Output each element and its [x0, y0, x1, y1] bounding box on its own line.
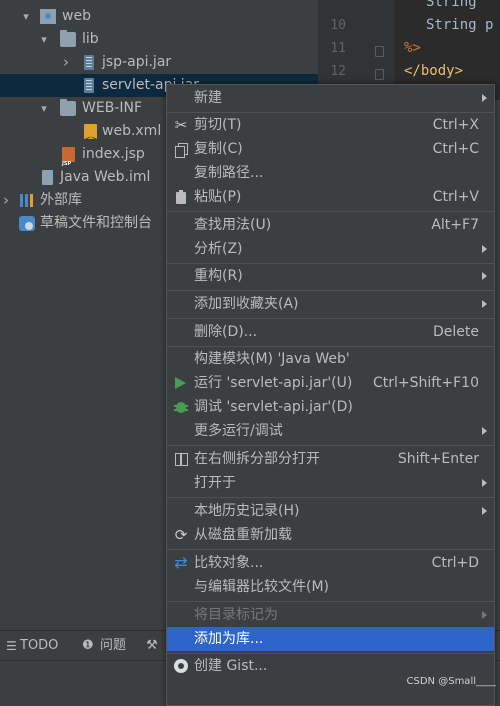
menu-item-run[interactable]: 运行 'servlet-api.jar'(U) Ctrl+Shift+F10 — [167, 371, 494, 395]
todo-tab[interactable]: TODO — [20, 631, 58, 661]
submenu-arrow-icon — [482, 300, 487, 308]
menu-item-more-run-debug[interactable]: 更多运行/调试 — [167, 419, 494, 443]
tree-item-web[interactable]: ▾ web — [0, 5, 318, 28]
submenu-arrow-icon — [482, 245, 487, 253]
jsp-file-icon — [62, 147, 75, 176]
tree-item-label: 草稿文件和控制台 — [40, 215, 152, 231]
jar-icon — [84, 78, 94, 93]
menu-item-paste[interactable]: 粘贴(P) Ctrl+V — [167, 185, 494, 209]
menu-separator — [167, 318, 494, 319]
web-folder-icon — [40, 9, 56, 24]
reload-icon: ⟳ — [174, 526, 188, 544]
tree-item-label: WEB-INF — [82, 100, 142, 116]
external-libraries-icon — [20, 193, 36, 208]
chevron-down-icon[interactable]: ▾ — [20, 5, 32, 28]
paste-icon — [173, 189, 189, 205]
tree-item-label: lib — [82, 31, 99, 47]
tree-item-lib[interactable]: ▾ lib — [0, 28, 318, 51]
tree-item-label: web.xml — [102, 123, 162, 139]
submenu-arrow-icon — [482, 272, 487, 280]
menu-item-cut[interactable]: ✂ 剪切(T) Ctrl+X — [167, 113, 494, 137]
menu-item-mark-directory-as[interactable]: 将目录标记为 — [167, 603, 494, 627]
menu-item-copy[interactable]: 复制(C) Ctrl+C — [167, 137, 494, 161]
scratches-icon — [19, 216, 35, 231]
xml-file-icon — [84, 124, 97, 151]
menu-separator — [167, 601, 494, 602]
tree-item-label: index.jsp — [82, 146, 145, 162]
copy-icon — [173, 141, 189, 158]
run-icon — [175, 377, 186, 389]
menu-item-refactor[interactable]: 重构(R) — [167, 264, 494, 288]
menu-separator — [167, 549, 494, 550]
menu-item-reload-from-disk[interactable]: ⟳ 从磁盘重新加载 — [167, 523, 494, 547]
compare-icon — [173, 555, 189, 571]
code-line: </body> — [404, 63, 464, 79]
menu-item-analyze[interactable]: 分析(Z) — [167, 237, 494, 261]
tree-item-label: 外部库 — [40, 192, 82, 208]
submenu-arrow-icon — [482, 94, 487, 102]
watermark: CSDN @Small____ — [406, 676, 496, 687]
submenu-arrow-icon — [482, 611, 487, 619]
folder-icon — [60, 30, 76, 47]
context-menu: 新建 ✂ 剪切(T) Ctrl+X 复制(C) Ctrl+C 复制路径... 粘贴(… — [166, 84, 495, 706]
code-line: String p — [426, 17, 494, 33]
folder-icon — [60, 99, 76, 116]
chevron-down-icon[interactable]: ▾ — [38, 28, 50, 51]
menu-separator — [167, 290, 494, 291]
build-icon[interactable]: ⚒ — [146, 631, 158, 661]
menu-item-copy-path[interactable]: 复制路径... — [167, 161, 494, 185]
github-icon — [173, 658, 189, 674]
menu-item-add-as-library[interactable]: 添加为库... — [167, 627, 494, 651]
menu-item-debug[interactable]: 调试 'servlet-api.jar'(D) — [167, 395, 494, 419]
menu-item-delete[interactable]: 删除(D)... Delete — [167, 320, 494, 344]
module-file-icon — [42, 170, 53, 185]
menu-item-create-gist[interactable]: 创建 Gist... — [167, 654, 494, 678]
problems-icon: ❶ — [82, 638, 94, 653]
tree-item-label: Java Web.iml — [60, 169, 151, 185]
line-number: 11 — [330, 41, 346, 56]
submenu-arrow-icon — [482, 507, 487, 515]
menu-item-new[interactable]: 新建 — [167, 86, 494, 110]
fold-marker-icon[interactable] — [375, 46, 384, 57]
chevron-right-icon[interactable]: › — [60, 51, 72, 74]
menu-item-compare-with[interactable]: 比较对象...Ctrl+D — [167, 551, 494, 575]
chevron-down-icon[interactable]: ▾ — [38, 97, 50, 120]
menu-item-find-usages[interactable]: 查找用法(U) Alt+F7 — [167, 213, 494, 237]
menu-item-open-in[interactable]: 打开于 — [167, 471, 494, 495]
fold-marker-icon[interactable] — [375, 69, 384, 80]
menu-item-open-in-right-split[interactable]: 在右侧拆分部分打开 Shift+Enter — [167, 447, 494, 471]
code-line: String — [426, 0, 486, 10]
jar-icon — [84, 55, 94, 70]
tree-item-label: jsp-api.jar — [102, 54, 172, 70]
tree-item-label: web — [62, 8, 91, 24]
menu-item-local-history[interactable]: 本地历史记录(H) — [167, 499, 494, 523]
split-icon — [173, 451, 189, 467]
code-line: %> — [404, 40, 421, 56]
tree-item-jsp-api-jar[interactable]: › jsp-api.jar — [0, 51, 318, 74]
debug-icon — [173, 399, 189, 415]
submenu-arrow-icon — [482, 479, 487, 487]
list-icon: ☰ — [6, 639, 17, 653]
line-number: 10 — [330, 18, 346, 33]
menu-separator — [167, 211, 494, 212]
menu-item-build-module[interactable]: 构建模块(M) 'Java Web' — [167, 347, 494, 371]
submenu-arrow-icon — [482, 427, 487, 435]
chevron-right-icon[interactable]: › — [0, 189, 12, 212]
menu-item-compare-with-editor[interactable]: 与编辑器比较文件(M) — [167, 575, 494, 599]
line-number: 12 — [330, 64, 346, 79]
cut-icon: ✂ — [174, 116, 188, 134]
menu-item-add-to-favorites[interactable]: 添加到收藏夹(A) — [167, 292, 494, 316]
problems-tab[interactable]: 问题 — [100, 631, 126, 661]
menu-separator — [167, 497, 494, 498]
menu-separator — [167, 445, 494, 446]
